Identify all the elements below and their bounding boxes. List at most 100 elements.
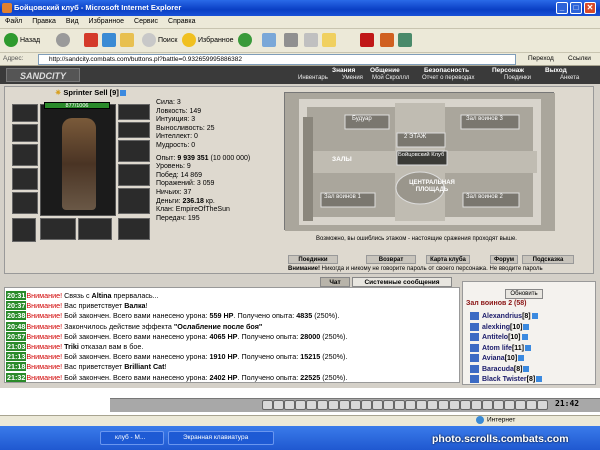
game-tool-icon[interactable] <box>383 400 394 410</box>
player-name[interactable]: Aviana <box>482 355 505 362</box>
mail-button[interactable] <box>262 33 278 49</box>
chat-bold[interactable]: 4065 HP <box>210 332 238 341</box>
game-tool-icon[interactable] <box>449 400 460 410</box>
close-button[interactable]: ✕ <box>584 2 596 14</box>
map-room-club[interactable]: Бойцовский Клуб <box>398 152 444 158</box>
tools-button[interactable] <box>398 33 414 49</box>
game-tool-icon[interactable] <box>537 400 548 410</box>
game-tool-icon[interactable] <box>427 400 438 410</box>
favorites-button[interactable]: Избранное <box>182 33 233 49</box>
forum-button[interactable]: Форум <box>490 255 518 264</box>
game-tool-icon[interactable] <box>350 400 361 410</box>
chat-bold[interactable]: "Ослабление после боя" <box>174 322 262 331</box>
player-name[interactable]: Antitelo <box>482 334 508 341</box>
kaspersky-button[interactable] <box>360 33 376 49</box>
chat-bold[interactable]: Валка <box>124 301 145 310</box>
chat-bold[interactable]: 2402 HP <box>210 373 238 382</box>
slot-boots[interactable] <box>118 188 150 214</box>
tab-chat[interactable]: Чат <box>320 277 350 287</box>
slot-rings[interactable] <box>118 122 150 138</box>
slot-extra[interactable] <box>12 218 36 242</box>
map-room-warriors-2[interactable]: Зал воинов 2 <box>466 194 503 200</box>
menu-help[interactable]: Справка <box>163 16 200 27</box>
game-tool-icon[interactable] <box>438 400 449 410</box>
maximize-button[interactable]: □ <box>570 2 582 14</box>
player-item[interactable]: Antitelo[10] <box>470 333 528 341</box>
refresh-button[interactable]: Обновить <box>505 289 543 299</box>
game-tool-icon[interactable] <box>273 400 284 410</box>
game-tool-icon[interactable] <box>471 400 482 410</box>
player-name[interactable]: Atom life <box>482 344 512 351</box>
nav-inventory[interactable]: Инвентарь <box>298 75 328 81</box>
player-name[interactable]: Alexandrius <box>482 313 522 320</box>
chat-bold[interactable]: Brilliant Cat <box>124 362 164 371</box>
game-tool-icon[interactable] <box>306 400 317 410</box>
game-tool-icon[interactable] <box>361 400 372 410</box>
return-button[interactable]: Возврат <box>366 255 416 264</box>
game-tool-icon[interactable] <box>328 400 339 410</box>
player-info-icon[interactable] <box>521 334 528 340</box>
player-name[interactable]: alexking <box>482 323 510 330</box>
menu-edit[interactable]: Правка <box>27 16 61 27</box>
game-tool-icon[interactable] <box>526 400 537 410</box>
player-item[interactable]: Aviana[10] <box>470 354 525 362</box>
player-item[interactable]: alexking[10] <box>470 322 530 331</box>
game-tool-icon[interactable] <box>504 400 515 410</box>
nav-fights[interactable]: Поединки <box>504 75 531 81</box>
player-item[interactable]: Alexandrius[8] <box>470 312 538 320</box>
chat-bold[interactable]: 4835 <box>296 311 312 320</box>
slot-earrings[interactable] <box>118 104 150 120</box>
player-info-icon[interactable] <box>536 376 543 382</box>
nav-knowledge[interactable]: Знания <box>332 67 355 74</box>
slot-belt[interactable] <box>12 192 38 214</box>
nav-exit[interactable]: Выход <box>545 67 567 74</box>
slot-amulet[interactable] <box>12 124 38 142</box>
slot-shield[interactable] <box>118 164 150 186</box>
home-button[interactable] <box>120 33 136 49</box>
nav-profile[interactable]: Анкета <box>560 75 579 81</box>
go-button[interactable]: Переход <box>528 55 554 62</box>
stop-button[interactable] <box>84 33 100 49</box>
club-map-button[interactable]: Карта клуба <box>426 255 470 264</box>
nav-transfers[interactable]: Отчет о переводах <box>422 75 475 81</box>
map-room-warriors-1[interactable]: Зал воинов 1 <box>324 194 361 200</box>
player-name[interactable]: Baracuda <box>482 365 514 372</box>
slot-helmet[interactable] <box>12 104 38 122</box>
refresh-button[interactable] <box>102 33 118 49</box>
player-info-icon[interactable] <box>525 344 532 351</box>
game-tool-icon[interactable] <box>515 400 526 410</box>
player-name[interactable]: Black Twister <box>482 376 527 383</box>
hint-button[interactable]: Подсказка <box>522 255 574 264</box>
game-tool-icon[interactable] <box>394 400 405 410</box>
slot-legs[interactable] <box>40 218 76 240</box>
player-info-icon[interactable] <box>531 313 538 319</box>
slot-pet[interactable] <box>78 218 112 240</box>
game-tool-icon[interactable] <box>372 400 383 410</box>
game-tool-icon[interactable] <box>317 400 328 410</box>
taskbar-keyboard[interactable]: Экранная клавиатура <box>168 431 274 445</box>
game-tool-icon[interactable] <box>405 400 416 410</box>
search-button[interactable]: Поиск <box>142 33 177 49</box>
chat-bold[interactable]: Triki <box>64 342 79 351</box>
game-tool-icon[interactable] <box>295 400 306 410</box>
game-tool-icon[interactable] <box>460 400 471 410</box>
menu-view[interactable]: Вид <box>61 16 84 27</box>
game-tool-icon[interactable] <box>482 400 493 410</box>
chat-bold[interactable]: 559 HP <box>210 311 234 320</box>
character-name[interactable]: ✷ Sprinter Sell [9] <box>55 88 126 97</box>
info-icon[interactable] <box>119 90 126 97</box>
player-info-icon[interactable] <box>518 355 525 361</box>
address-input[interactable]: http://sandcity.combats.com/buttons.pl?b… <box>38 54 516 65</box>
slot-item[interactable] <box>118 218 150 240</box>
forward-button[interactable] <box>56 33 72 49</box>
links-button[interactable]: Ссылки <box>568 55 591 62</box>
chat-bold[interactable]: Altina <box>92 291 112 300</box>
game-tool-icon[interactable] <box>339 400 350 410</box>
slot-gloves[interactable] <box>118 140 150 162</box>
slot-armor[interactable] <box>12 168 38 190</box>
chat-bold[interactable]: 1910 HP <box>210 352 238 361</box>
edit-button[interactable] <box>304 33 320 49</box>
menu-tools[interactable]: Сервис <box>129 16 163 27</box>
nav-security[interactable]: Безопасность <box>424 67 469 74</box>
minimize-button[interactable]: _ <box>556 2 568 14</box>
